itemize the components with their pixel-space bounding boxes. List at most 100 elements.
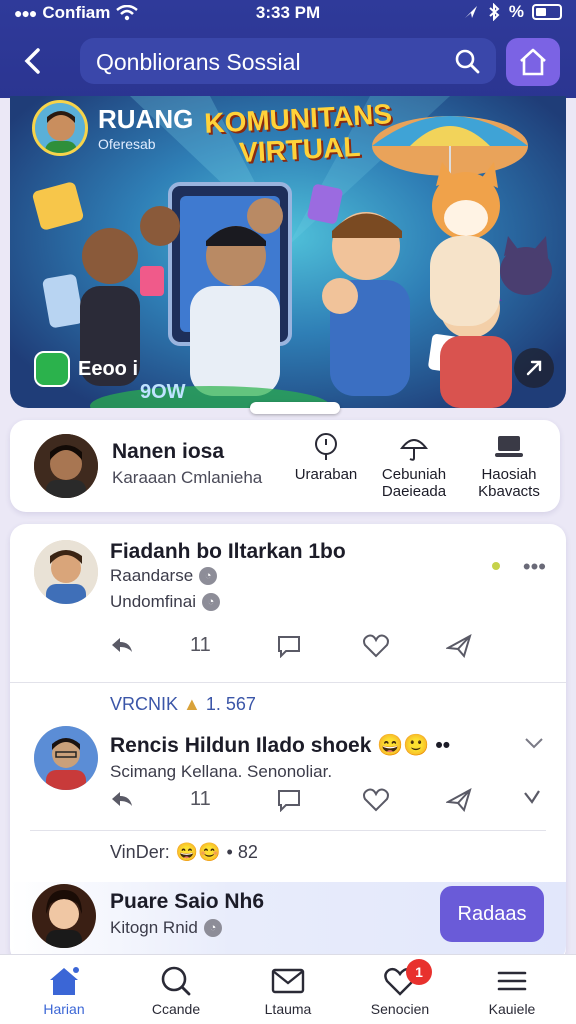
profile-action-label: Uraraban bbox=[294, 466, 358, 483]
home-icon bbox=[520, 48, 546, 76]
carousel-indicator[interactable] bbox=[250, 402, 340, 414]
profile-action-location[interactable]: Uraraban bbox=[288, 432, 364, 483]
comment-icon bbox=[278, 790, 300, 812]
nav-item-label: Harian bbox=[43, 1001, 85, 1017]
emoji-icon: 😄😊 bbox=[175, 842, 221, 862]
bottom-navigation: Harian Ccande Ltauma 1 Senocien Kauiele bbox=[0, 954, 576, 1024]
post-title[interactable]: Rencis Hildun Ilado shoek 😄🙂 •• bbox=[110, 734, 450, 758]
home-button[interactable] bbox=[506, 38, 560, 86]
laptop-icon bbox=[495, 436, 523, 457]
notification-badge: 1 bbox=[406, 959, 432, 985]
profile-action-laptop[interactable]: Haosiah Kbavacts bbox=[468, 432, 550, 501]
post-title[interactable]: Fiadanh bo Iltarkan 1bo bbox=[110, 540, 346, 564]
profile-avatar[interactable] bbox=[34, 434, 98, 498]
nav-item-mail[interactable]: Ltauma bbox=[238, 965, 338, 1017]
nav-item-label: Kauiele bbox=[488, 1001, 536, 1017]
nav-item-home[interactable]: Harian bbox=[14, 965, 114, 1017]
like-button[interactable] bbox=[362, 634, 390, 658]
location-pin-icon bbox=[315, 433, 337, 460]
post-avatar[interactable] bbox=[32, 884, 96, 948]
banner-subtitle: Oferesab bbox=[98, 136, 156, 152]
send-button[interactable] bbox=[446, 634, 472, 658]
collapse-button[interactable] bbox=[522, 788, 542, 808]
profile-action-label: Haosiah Kbavacts bbox=[478, 466, 540, 501]
feed-card: Fiadanh bo Iltarkan 1bo Raandarse ◔ Undo… bbox=[10, 524, 566, 964]
reaction-summary[interactable]: VinDer: 😄😊 • 82 bbox=[110, 842, 258, 863]
post-meta-text: Undomfinai bbox=[110, 592, 196, 611]
reply-button[interactable] bbox=[110, 634, 134, 656]
banner-tag[interactable]: Eeoo i bbox=[34, 351, 138, 387]
location-arrow-icon bbox=[464, 6, 477, 18]
clock-icon: ◔ bbox=[199, 567, 218, 585]
banner-bottom-text: 9OW bbox=[140, 381, 186, 403]
post-meta-text: Raandarse bbox=[110, 566, 194, 585]
like-button[interactable] bbox=[362, 788, 390, 812]
divider bbox=[30, 830, 546, 831]
search-icon[interactable] bbox=[454, 48, 480, 74]
section-label-text: VRCNIK bbox=[110, 694, 179, 714]
chevron-left-icon bbox=[24, 48, 40, 74]
nav-item-notifications[interactable]: 1 Senocien bbox=[350, 959, 450, 1017]
back-button[interactable] bbox=[18, 44, 48, 78]
section-count: 1. 567 bbox=[205, 694, 256, 714]
post-avatar[interactable] bbox=[34, 726, 98, 790]
reaction-label: VinDer: bbox=[110, 842, 170, 862]
send-button[interactable] bbox=[446, 788, 472, 812]
online-dot bbox=[492, 562, 500, 570]
nav-item-label: Ccande bbox=[151, 1001, 201, 1017]
chevron-down-icon[interactable] bbox=[524, 736, 544, 750]
nav-item-menu[interactable]: Kauiele bbox=[462, 965, 562, 1017]
battery-icon bbox=[532, 4, 562, 20]
send-icon bbox=[446, 788, 472, 812]
post-subtitle: Scimang Kellana. Senonoliar. bbox=[110, 762, 333, 781]
umbrella-icon bbox=[399, 439, 429, 461]
reply-icon bbox=[112, 638, 132, 652]
profile-action-label: Cebuniah Daeieada bbox=[381, 466, 447, 501]
person-icon: ▲ bbox=[183, 694, 201, 714]
post-actions: 11 bbox=[110, 788, 550, 818]
chat-bubble-icon bbox=[34, 351, 70, 387]
share-button[interactable] bbox=[514, 348, 554, 388]
menu-icon bbox=[497, 971, 527, 991]
reaction-count: • 82 bbox=[226, 842, 258, 862]
repost-count[interactable]: 11 bbox=[190, 634, 211, 657]
profile-card[interactable]: Nanen iosa Karaaan Cmlanieha Uraraban Ce… bbox=[10, 420, 560, 512]
more-options-icon[interactable]: ••• bbox=[523, 554, 546, 580]
reply-icon bbox=[112, 792, 132, 806]
heart-icon bbox=[363, 634, 389, 658]
search-icon bbox=[161, 966, 191, 996]
post-meta: Raandarse ◔ bbox=[110, 566, 218, 586]
nav-item-label: Senocien bbox=[370, 1001, 430, 1017]
app-header: ●●● Confiam 3:33 PM % Qonbliorans Sossia… bbox=[0, 0, 576, 98]
post-meta: Undomfinai ◔ bbox=[110, 592, 220, 612]
collapse-icon bbox=[524, 790, 540, 804]
nav-item-search[interactable]: Ccande bbox=[126, 965, 226, 1017]
post-avatar[interactable] bbox=[34, 540, 98, 604]
battery-percent: % bbox=[508, 2, 524, 21]
comment-button[interactable] bbox=[276, 788, 302, 812]
send-icon bbox=[446, 634, 472, 658]
post-meta-text: Kitogn Rnid bbox=[110, 918, 198, 937]
share-icon bbox=[526, 360, 542, 376]
community-banner[interactable]: RUANG Oferesab KOMUNITANS VIRTUAL Eeoo i… bbox=[10, 96, 566, 408]
repost-count[interactable]: 11 bbox=[190, 788, 211, 811]
profile-action-umbrella[interactable]: Cebuniah Daeieada bbox=[372, 432, 456, 501]
profile-subtitle: Karaaan Cmlanieha bbox=[112, 468, 263, 487]
banner-tag-label: Eeoo i bbox=[78, 357, 139, 380]
follow-button[interactable]: Radaas bbox=[440, 886, 544, 942]
banner-title-primary: RUANG bbox=[98, 104, 194, 134]
divider bbox=[10, 682, 566, 683]
bluetooth-icon bbox=[489, 3, 500, 21]
post-meta: Kitogn Rnid ◔ bbox=[110, 918, 222, 938]
profile-name: Nanen iosa bbox=[112, 440, 225, 463]
post-title[interactable]: Puare Saio Nh6 bbox=[110, 890, 264, 914]
heart-icon bbox=[363, 788, 389, 812]
comment-button[interactable] bbox=[276, 634, 302, 658]
banner-avatar bbox=[32, 100, 88, 156]
mail-icon bbox=[271, 968, 305, 994]
clock-icon: ◔ bbox=[203, 919, 222, 937]
reply-button[interactable] bbox=[110, 788, 134, 810]
search-input[interactable]: Qonbliorans Sossial bbox=[80, 38, 496, 84]
nav-item-label: Ltauma bbox=[264, 1001, 312, 1017]
comment-icon bbox=[278, 636, 300, 658]
